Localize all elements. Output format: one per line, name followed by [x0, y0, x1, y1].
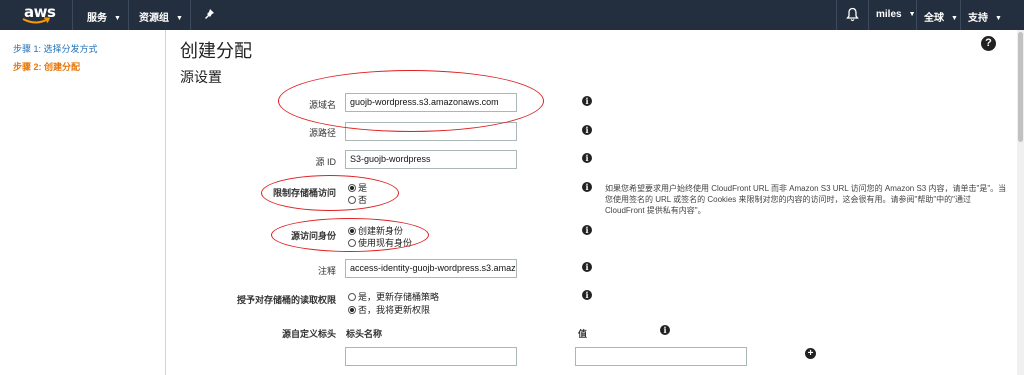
radio-unselected [348, 239, 356, 247]
radio-label: 否，我将更新权限 [358, 305, 431, 315]
info-icon[interactable]: i [582, 125, 592, 135]
radio-label: 使用现有身份 [358, 238, 413, 248]
info-icon[interactable]: i [582, 153, 592, 163]
chevron-down-icon: ▼ [908, 11, 916, 18]
radio-unselected [348, 293, 356, 301]
region-label: 全球 [924, 13, 944, 24]
services-menu[interactable]: 服务 ▼ [87, 9, 121, 24]
radio-unselected [348, 196, 356, 204]
origin-domain-input[interactable]: guojb-wordpress.s3.amazonaws.com [345, 93, 517, 112]
restrict-no-radio[interactable]: 否 [348, 193, 367, 206]
info-icon[interactable]: i [582, 96, 592, 106]
radio-selected [348, 227, 356, 235]
nav-divider [960, 0, 961, 30]
grant-read-label: 授予对存储桶的读取权限 [236, 295, 336, 305]
radio-label: 是 [358, 183, 368, 193]
radio-selected [348, 184, 356, 192]
services-label: 服务 [87, 13, 107, 24]
support-label: 支持 [968, 13, 988, 24]
nav-divider [72, 0, 73, 30]
chevron-down-icon: ▼ [995, 15, 1002, 22]
page-title: 创建分配 [180, 41, 252, 61]
identity-existing-radio[interactable]: 使用现有身份 [348, 236, 412, 249]
header-name-input[interactable] [345, 347, 517, 366]
add-header-button[interactable]: + [805, 348, 816, 359]
restrict-bucket-label: 限制存储桶访问 [272, 188, 336, 198]
radio-label: 创建新身份 [358, 226, 404, 236]
info-icon[interactable]: i [582, 225, 592, 235]
smile-arrow-icon [22, 17, 50, 24]
nav-divider [916, 0, 917, 30]
resource-groups-menu[interactable]: 资源组 ▼ [139, 9, 183, 24]
wizard-sidebar: 步骤 1: 选择分发方式 步骤 2: 创建分配 [0, 30, 166, 375]
custom-headers-label: 源自定义标头 [281, 329, 336, 339]
chevron-down-icon: ▼ [951, 15, 958, 22]
page-scrollbar[interactable] [1017, 30, 1024, 375]
origin-path-label: 源路径 [308, 128, 336, 138]
nav-divider [190, 0, 191, 30]
comment-label: 注释 [317, 266, 336, 276]
region-menu[interactable]: 全球 ▼ [924, 9, 958, 24]
origin-id-input[interactable]: S3-guojb-wordpress [345, 150, 517, 169]
nav-divider [868, 0, 869, 30]
header-value-column: 值 [578, 329, 588, 339]
info-icon[interactable]: i [582, 182, 592, 192]
section-title: 源设置 [180, 69, 222, 85]
chevron-down-icon: ▼ [114, 15, 121, 22]
info-icon[interactable]: i [660, 325, 670, 335]
grant-no-radio[interactable]: 否，我将更新权限 [348, 303, 430, 316]
radio-label: 否 [358, 195, 368, 205]
top-nav-bar: aws 服务 ▼ 资源组 ▼ miles ▼ 全球 ▼ 支持 ▼ [0, 0, 1024, 30]
info-icon[interactable]: i [582, 290, 592, 300]
pin-icon[interactable] [203, 8, 215, 20]
restrict-help-text: 如果您希望要求用户始终使用 CloudFront URL 而非 Amazon S… [605, 184, 1007, 215]
user-label: miles [876, 9, 902, 20]
aws-logo[interactable]: aws [22, 3, 56, 27]
radio-selected [348, 306, 356, 314]
origin-path-input[interactable] [345, 122, 517, 141]
nav-divider [128, 0, 129, 30]
scrollbar-thumb[interactable] [1018, 32, 1023, 142]
support-menu[interactable]: 支持 ▼ [968, 9, 1002, 24]
radio-label: 是，更新存储桶策略 [358, 292, 440, 302]
origin-domain-label: 源域名 [308, 100, 336, 110]
bell-icon[interactable] [846, 7, 859, 22]
info-icon[interactable]: i [582, 262, 592, 272]
chevron-down-icon: ▼ [176, 15, 183, 22]
origin-identity-label: 源访问身份 [290, 231, 336, 241]
nav-divider [836, 0, 837, 30]
sidebar-step-2: 步骤 2: 创建分配 [13, 62, 81, 72]
resource-groups-label: 资源组 [139, 13, 169, 24]
header-value-input[interactable] [575, 347, 747, 366]
origin-id-label: 源 ID [315, 157, 336, 167]
grant-yes-radio[interactable]: 是，更新存储桶策略 [348, 290, 439, 303]
help-icon[interactable]: ? [981, 36, 996, 51]
comment-input[interactable]: access-identity-guojb-wordpress.s3.amazo… [345, 259, 517, 278]
header-name-column: 标头名称 [346, 329, 383, 339]
sidebar-step-1[interactable]: 步骤 1: 选择分发方式 [13, 42, 98, 55]
user-menu[interactable]: miles ▼ [876, 9, 916, 20]
